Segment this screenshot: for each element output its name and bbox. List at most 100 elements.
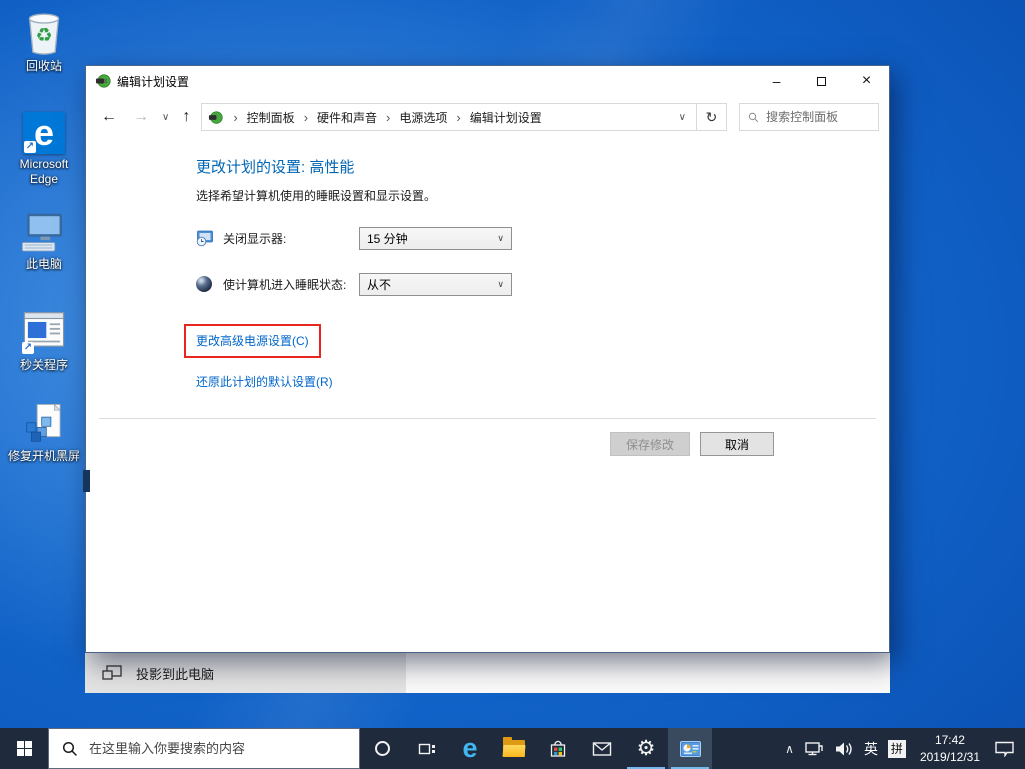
settings-nav-item-project-to-pc[interactable]: 投影到此电脑: [85, 653, 406, 693]
desktop-icon-registry-fix[interactable]: 修复开机黑屏: [6, 402, 82, 464]
breadcrumb-separator: ›: [456, 109, 461, 125]
mail-button[interactable]: [580, 728, 624, 769]
tray-time: 17:42: [934, 733, 965, 748]
red-highlight-box: 更改高级电源设置(C): [184, 324, 321, 358]
selected-value: 从不: [367, 277, 392, 292]
volume-icon[interactable]: [834, 741, 854, 757]
back-button[interactable]: ←: [96, 108, 122, 126]
registry-file-icon: [26, 403, 61, 442]
forward-button[interactable]: →: [128, 108, 154, 126]
sleep-timeout-select[interactable]: 从不 ∨: [359, 272, 512, 296]
control-panel-icon: [679, 740, 701, 757]
desktop-icon-recycle-bin[interactable]: ♻ 回收站: [6, 8, 82, 74]
desktop-icon-label: 回收站: [25, 59, 62, 73]
store-icon: [550, 740, 566, 757]
shortcut-arrow-icon: ↗: [24, 141, 36, 153]
titlebar[interactable]: 编辑计划设置 – ×: [86, 66, 889, 96]
desktop-icon-app-shortcut[interactable]: ↗ 秒关程序: [6, 310, 82, 373]
control-panel-search[interactable]: [739, 103, 879, 131]
search-icon: [62, 741, 77, 756]
power-plug-icon: [96, 74, 111, 88]
desktop-icon-microsoft-edge[interactable]: e ↗ Microsoft Edge: [6, 112, 82, 187]
system-tray: ∧ 英 拼 17:42 2019/12/31: [775, 728, 1025, 769]
desktop-icon-label: 修复开机黑屏: [7, 449, 80, 463]
taskbar: e ⚙: [0, 728, 1025, 769]
window-title: 编辑计划设置: [117, 74, 190, 89]
setting-row-sleep: 使计算机进入睡眠状态: 从不 ∨: [196, 272, 889, 296]
mail-icon: [592, 741, 612, 756]
taskbar-search[interactable]: [48, 728, 360, 769]
chevron-down-icon: ∨: [497, 278, 504, 289]
network-icon[interactable]: [804, 740, 824, 757]
breadcrumb-separator: ›: [233, 109, 238, 125]
cortana-icon: [374, 741, 390, 756]
setting-label: 关闭显示器:: [223, 231, 287, 246]
edit-plan-settings-taskbar-button[interactable]: [668, 728, 712, 769]
breadcrumb-item-edit-plan-settings[interactable]: 编辑计划设置: [468, 109, 544, 126]
microsoft-store-button[interactable]: [536, 728, 580, 769]
address-dropdown-button[interactable]: ∨: [669, 112, 696, 123]
setting-label: 使计算机进入睡眠状态:: [223, 277, 347, 292]
breadcrumb-item-control-panel[interactable]: 控制面板: [245, 109, 297, 126]
ime-mode-icon[interactable]: 拼: [887, 739, 906, 758]
display-timeout-select[interactable]: 15 分钟 ∨: [359, 226, 512, 250]
close-icon: ×: [861, 72, 872, 89]
desktop-icon-label: 此电脑: [25, 257, 62, 271]
tray-date: 2019/12/31: [919, 749, 980, 764]
windows-logo-icon: [16, 741, 32, 756]
page-description: 选择希望计算机使用的睡眠设置和显示设置。: [196, 189, 437, 203]
chevron-down-icon: ∨: [497, 232, 504, 243]
search-input[interactable]: [766, 110, 870, 124]
this-pc-icon: [21, 213, 62, 252]
task-view-button[interactable]: [404, 728, 448, 769]
page-content: 更改计划的设置: 高性能 选择希望计算机使用的睡眠设置和显示设置。 关闭显示器:: [86, 138, 889, 652]
cancel-button[interactable]: 取消: [700, 432, 774, 456]
display-timeout-icon: [196, 230, 214, 247]
action-center-icon[interactable]: [994, 740, 1015, 757]
desktop-icon-this-pc[interactable]: 此电脑: [6, 212, 82, 272]
power-plug-icon: [209, 110, 223, 124]
breadcrumb-separator: ›: [303, 109, 309, 125]
breadcrumb: › 控制面板 › 硬件和声音 › 电源选项 › 编辑计划设置: [202, 104, 668, 130]
language-indicator[interactable]: 英: [864, 739, 878, 759]
breadcrumb-separator: ›: [386, 109, 391, 125]
edit-plan-settings-window: 编辑计划设置 – × ← → ∨ ↑ › 控制面板 › 硬件和声音 › 电源选项…: [85, 65, 890, 653]
file-explorer-button[interactable]: [492, 728, 536, 769]
settings-window-behind: 投影到此电脑: [85, 653, 890, 693]
history-dropdown-button[interactable]: ∨: [160, 112, 171, 123]
sleep-icon: [196, 276, 214, 292]
close-button[interactable]: ×: [844, 67, 889, 96]
start-button[interactable]: [0, 728, 48, 769]
clock[interactable]: 17:42 2019/12/31: [916, 732, 984, 764]
show-hidden-icons-button[interactable]: ∧: [785, 742, 794, 756]
task-view-icon: [418, 743, 435, 754]
maximize-button[interactable]: [799, 67, 844, 96]
navigation-toolbar: ← → ∨ ↑ › 控制面板 › 硬件和声音 › 电源选项 › 编辑计划设置 ∨…: [86, 96, 889, 138]
edge-icon: e: [462, 733, 478, 763]
settings-button[interactable]: ⚙: [624, 728, 668, 769]
file-explorer-icon: [502, 737, 526, 757]
taskbar-search-input[interactable]: [89, 741, 359, 756]
breadcrumb-item-power-options[interactable]: 电源选项: [397, 109, 449, 126]
breadcrumb-item-hardware-sound[interactable]: 硬件和声音: [315, 109, 379, 126]
up-button[interactable]: ↑: [177, 108, 195, 126]
desktop-icon-label: 秒关程序: [19, 358, 68, 372]
cortana-button[interactable]: [360, 728, 404, 769]
address-bar[interactable]: › 控制面板 › 硬件和声音 › 电源选项 › 编辑计划设置 ∨ ↻: [201, 103, 727, 131]
project-to-pc-icon: [102, 665, 122, 680]
taskbar-edge-button[interactable]: e: [448, 728, 492, 769]
svg-text:♻: ♻: [35, 26, 52, 47]
setting-row-turn-off-display: 关闭显示器: 15 分钟 ∨: [196, 226, 889, 250]
refresh-button[interactable]: ↻: [696, 104, 726, 130]
restore-default-settings-link[interactable]: 还原此计划的默认设置(R): [196, 373, 333, 390]
maximize-icon: [817, 76, 826, 86]
save-changes-button[interactable]: 保存修改: [610, 432, 690, 456]
minimize-icon: –: [772, 73, 781, 89]
selected-value: 15 分钟: [367, 231, 408, 246]
settings-content-area: [406, 653, 890, 693]
page-title: 更改计划的设置: 高性能: [196, 159, 355, 176]
minimize-button[interactable]: –: [754, 67, 799, 96]
search-icon: [748, 112, 759, 122]
shortcut-arrow-icon: ↗: [22, 342, 34, 354]
change-advanced-power-settings-link[interactable]: 更改高级电源设置(C): [196, 332, 309, 349]
